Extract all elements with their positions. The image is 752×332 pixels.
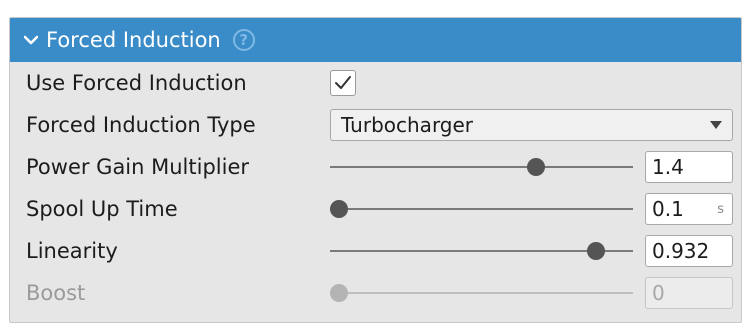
spool-up-time-value: 0.1 xyxy=(652,197,684,221)
forced-induction-type-label: Forced Induction Type xyxy=(26,113,256,137)
use-forced-induction-checkbox[interactable] xyxy=(330,70,356,96)
boost-label: Boost xyxy=(26,281,86,305)
row-linearity: Linearity 0.932 xyxy=(10,230,741,272)
slider-track[interactable] xyxy=(330,166,633,168)
linearity-input[interactable]: 0.932 xyxy=(645,235,733,267)
slider-track[interactable] xyxy=(330,208,633,210)
power-gain-multiplier-slider[interactable] xyxy=(330,146,633,188)
boost-value: 0 xyxy=(652,281,665,305)
forced-induction-panel: Forced Induction ? Use Forced Induction … xyxy=(9,17,742,323)
spool-up-time-unit: s xyxy=(717,202,724,217)
chevron-down-icon[interactable] xyxy=(24,33,38,47)
power-gain-multiplier-label: Power Gain Multiplier xyxy=(26,155,250,179)
boost-slider xyxy=(330,272,633,314)
power-gain-multiplier-input[interactable]: 1.4 xyxy=(645,151,733,183)
power-gain-multiplier-value: 1.4 xyxy=(652,155,684,179)
help-circle-icon[interactable]: ? xyxy=(232,29,255,51)
slider-thumb[interactable] xyxy=(526,158,545,176)
row-power-gain-multiplier: Power Gain Multiplier 1.4 xyxy=(10,146,741,188)
dropdown-arrow-icon xyxy=(710,121,722,129)
use-forced-induction-label: Use Forced Induction xyxy=(26,71,247,95)
spool-up-time-slider[interactable] xyxy=(330,188,633,230)
slider-track xyxy=(330,292,633,294)
section-title: Forced Induction xyxy=(46,28,221,52)
linearity-slider[interactable] xyxy=(330,230,633,272)
row-boost: Boost 0 xyxy=(10,272,741,314)
spool-up-time-input[interactable]: 0.1 s xyxy=(645,193,733,225)
boost-input: 0 xyxy=(645,277,733,309)
dropdown-selected-value: Turbocharger xyxy=(341,113,474,137)
slider-thumb xyxy=(330,284,348,302)
row-forced-induction-type: Forced Induction Type Turbocharger xyxy=(10,104,741,146)
spool-up-time-label: Spool Up Time xyxy=(26,197,178,221)
slider-thumb[interactable] xyxy=(330,200,348,218)
forced-induction-type-dropdown[interactable]: Turbocharger xyxy=(330,109,733,141)
checkmark-icon xyxy=(335,76,351,89)
section-header[interactable]: Forced Induction ? xyxy=(10,18,741,62)
row-spool-up-time: Spool Up Time 0.1 s xyxy=(10,188,741,230)
linearity-value: 0.932 xyxy=(652,239,710,263)
row-use-forced-induction: Use Forced Induction xyxy=(10,62,741,104)
slider-thumb[interactable] xyxy=(586,242,605,260)
linearity-label: Linearity xyxy=(26,239,118,263)
